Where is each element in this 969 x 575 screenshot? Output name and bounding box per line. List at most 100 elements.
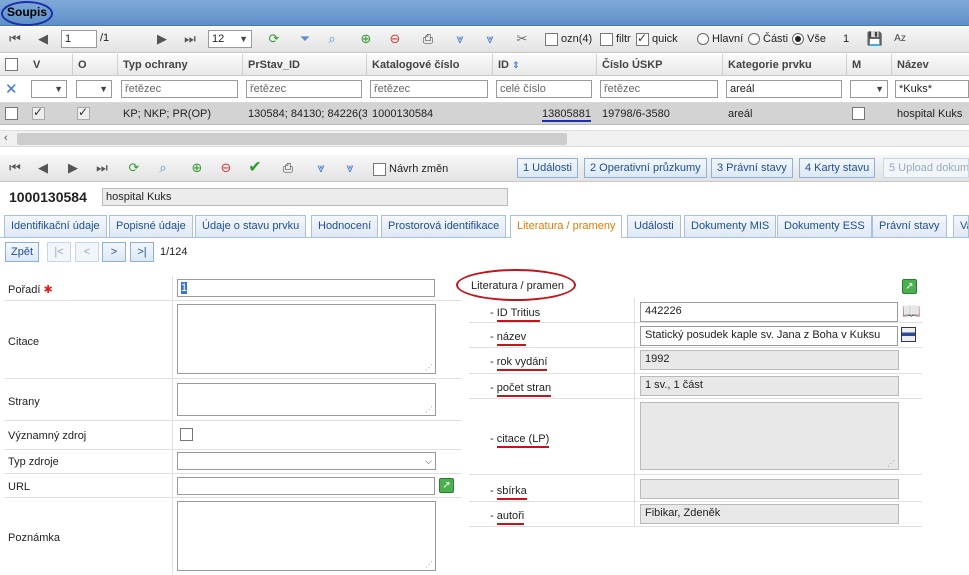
resize-grip-icon: ⋰ [887,459,895,468]
radio-vse[interactable] [792,33,804,45]
prev-page-icon[interactable]: ◀ [34,30,52,48]
operativni-pruzkumy-button[interactable]: 2 Operativní průzkumy [584,158,707,178]
poznamka-textarea[interactable]: ⋰ [177,501,436,571]
filtr-checkbox[interactable] [600,33,613,46]
radio-casti[interactable] [748,33,760,45]
navrh-zmen-checkbox[interactable] [373,163,386,176]
filter-prstav-input[interactable]: řetězec [246,80,362,98]
typ-zdroje-select[interactable]: ⌵ [177,452,436,470]
prev-record-icon[interactable]: ◀ [34,159,52,177]
confirm-icon[interactable]: ✔ [246,159,264,177]
filter-icon[interactable]: ⏷ [296,30,314,48]
search-icon[interactable]: ⌕ [154,159,172,177]
radio-casti-label: Části [763,33,789,45]
filter-cislo-uskp-input[interactable]: řetězec [600,80,718,98]
search-icon[interactable]: ⌕ [323,30,341,48]
quick-checkbox[interactable] [636,31,649,46]
vyznamny-zdroj-checkbox[interactable] [180,428,193,441]
tab-popisne-udaje[interactable]: Popisné údaje [109,215,193,237]
col-header-prstav[interactable]: PrStav_ID [243,54,367,76]
url-input[interactable] [177,477,435,495]
open-url-icon[interactable]: ↗ [439,478,454,493]
filter-kategorie-input[interactable]: areál [726,80,842,98]
add-icon[interactable]: ⊕ [188,159,206,177]
pravni-stavy-button[interactable]: 3 Právní stavy [711,158,793,178]
col-header-cislo-uskp[interactable]: Číslo ÚSKP [597,54,723,76]
col-header-o[interactable]: O [73,54,118,76]
col-header-v[interactable]: V [28,54,73,76]
strany-textarea[interactable]: ⋰ [177,383,436,416]
col-header-id[interactable]: ID ⇕ [493,54,597,76]
udalosti-button[interactable]: 1 Události [517,158,578,178]
tab-hodnoceni[interactable]: Hodnocení [311,215,379,237]
col-header-kategorie[interactable]: Kategorie prvku [723,54,847,76]
horizontal-scrollbar[interactable]: ‹ [0,130,969,147]
catalog-card-icon[interactable] [901,327,916,342]
page-size-select[interactable]: 12 ▼ [208,30,252,48]
col-header-katalog[interactable]: Katalogové číslo [367,54,493,76]
filter-o-select[interactable]: ▼ [76,80,112,98]
search-literature-icon[interactable]: ↗ [902,279,917,294]
tab-dokumenty-mis[interactable]: Dokumenty MIS [684,215,777,237]
col-header-m[interactable]: M [847,54,892,76]
row-select-checkbox[interactable] [5,107,18,120]
col-header-nazev[interactable]: Název [892,54,969,76]
funnel-icon[interactable]: ⩔ [312,159,330,177]
tab-udaje-o-stavu[interactable]: Údaje o stavu prvku [195,215,307,237]
tab-more[interactable]: Va [953,215,969,237]
table-row[interactable]: KP; NKP; PR(OP) 130584; 84130; 84226(3 1… [0,103,969,125]
tab-udalosti[interactable]: Události [627,215,681,237]
refresh-icon[interactable]: ⟳ [265,30,283,48]
book-icon[interactable]: 📖 [902,302,921,320]
prev-item-button[interactable]: < [75,242,99,262]
select-all-checkbox[interactable] [5,58,18,71]
upload-dokumentu-button[interactable]: 5 Upload dokume [883,158,969,178]
scrollbar-thumb[interactable] [17,133,567,145]
save-icon[interactable]: 💾 [866,30,884,48]
remove-icon[interactable]: ⊖ [386,30,404,48]
filter-typ-ochrany-input[interactable]: řetězec [121,80,238,98]
last-page-icon[interactable]: ⏭ [181,30,199,48]
tab-pravni-stavy[interactable]: Právní stavy [872,215,947,237]
back-button[interactable]: Zpět [5,242,40,262]
last-item-button[interactable]: >| [130,242,154,262]
print-icon[interactable]: ⎙ [419,30,437,48]
tools-icon[interactable]: ✂ [513,30,531,48]
filter-id-input[interactable]: celé číslo [496,80,592,98]
funnel-icon[interactable]: ⩔ [451,30,469,48]
filter-v-select[interactable]: ▼ [31,80,67,98]
first-record-icon[interactable]: ⏮ [6,159,24,177]
id-tritius-input[interactable]: 442226 [640,302,898,322]
filter-katalog-input[interactable]: řetězec [370,80,488,98]
funnel-clear-icon[interactable]: ⩔ [341,159,359,177]
tab-identifikacni-udaje[interactable]: Identifikační údaje [4,215,107,237]
ozn-checkbox[interactable] [545,33,558,46]
page-input[interactable]: 1 [61,30,97,48]
remove-icon[interactable]: ⊖ [217,159,235,177]
clear-filter-icon[interactable]: ✕ [5,80,18,98]
next-record-icon[interactable]: ▶ [64,159,82,177]
col-header-typ-ochrany[interactable]: Typ ochrany [118,54,243,76]
rok-vydani-field: 1992 [640,350,899,370]
tab-prostorova-identifikace[interactable]: Prostorová identifikace [381,215,507,237]
tab-dokumenty-ess[interactable]: Dokumenty ESS [777,215,872,237]
add-icon[interactable]: ⊕ [357,30,375,48]
next-item-button[interactable]: > [102,242,126,262]
poradi-input[interactable]: 1 [177,279,435,297]
refresh-icon[interactable]: ⟳ [125,159,143,177]
scroll-left-icon[interactable]: ‹ [4,132,8,144]
funnel-clear-icon[interactable]: ⩔ [481,30,499,48]
karty-stavu-button[interactable]: 4 Karty stavu [799,158,876,178]
last-record-icon[interactable]: ⏭ [93,159,111,177]
tab-literatura-prameny[interactable]: Literatura / prameny [510,215,623,238]
next-page-icon[interactable]: ▶ [153,30,171,48]
first-page-icon[interactable]: ⏮ [6,30,24,48]
print-icon[interactable]: ⎙ [279,159,297,177]
citace-textarea[interactable]: ⋰ [177,304,436,374]
nazev-input[interactable]: Statický posudek kaple sv. Jana z Boha v… [640,326,898,346]
radio-hlavni[interactable] [697,33,709,45]
sort-az-icon[interactable]: Az [891,30,909,48]
filter-m-select[interactable]: ▼ [850,80,888,98]
filter-nazev-input[interactable]: *Kuks* [895,80,969,98]
first-item-button[interactable]: |< [47,242,71,262]
